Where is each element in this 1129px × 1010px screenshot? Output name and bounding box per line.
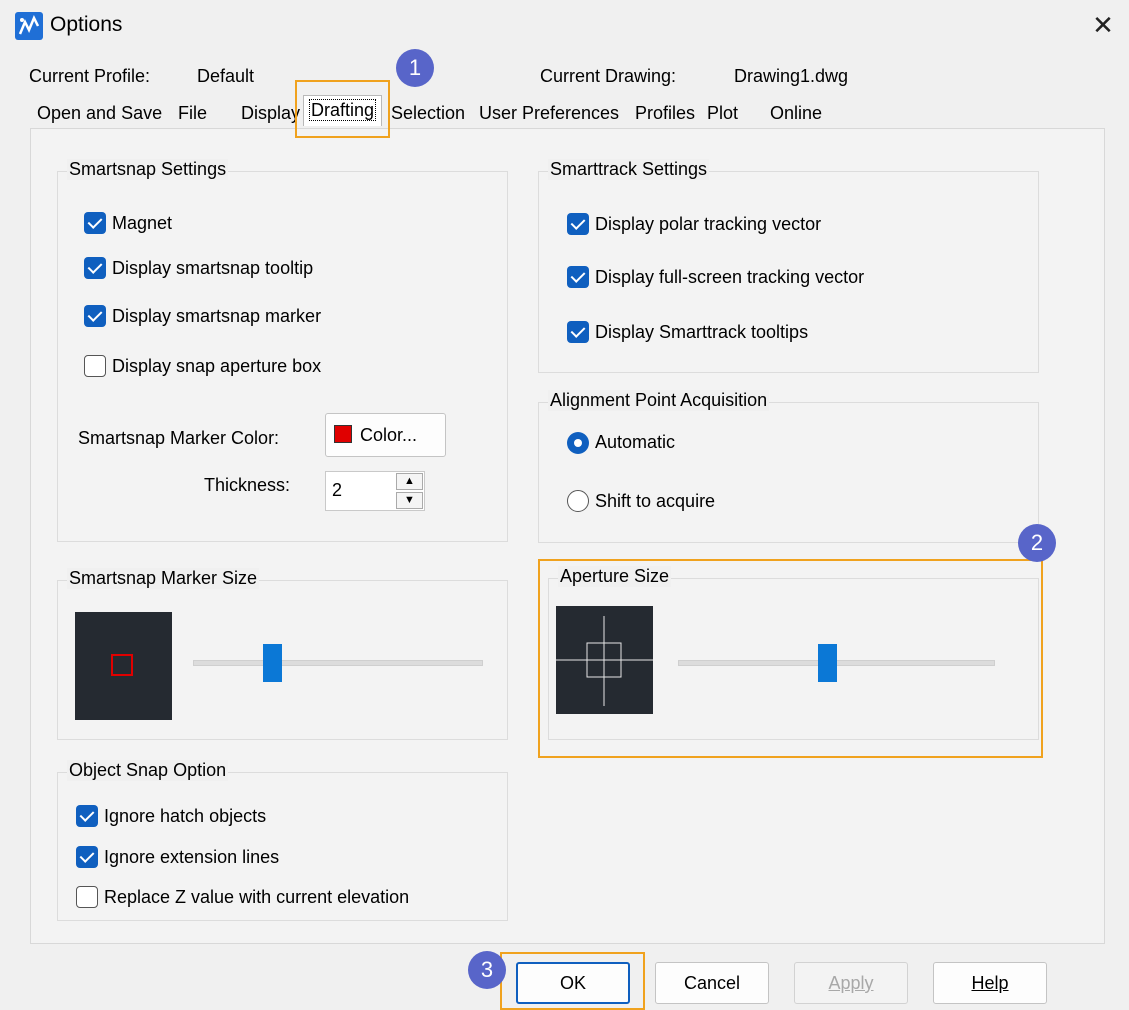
replace-z-checkbox[interactable]: [76, 886, 98, 908]
drafting-tab-highlight: [295, 80, 390, 138]
snap-aperture-box-checkbox[interactable]: [84, 355, 106, 377]
alignment-title: Alignment Point Acquisition: [548, 390, 770, 411]
current-drawing-label: Current Drawing:: [540, 66, 677, 86]
close-icon[interactable]: ✕: [1088, 10, 1118, 40]
title-bar: [0, 0, 1129, 52]
step-badge-3: 3: [468, 951, 506, 989]
smarttrack-settings-title: Smarttrack Settings: [548, 159, 710, 180]
apply-button[interactable]: Apply: [794, 962, 908, 1004]
current-drawing-value: Drawing1.dwg: [734, 66, 849, 86]
smartsnap-settings-title: Smartsnap Settings: [67, 159, 229, 180]
tab-online[interactable]: Online: [763, 98, 829, 127]
automatic-radio[interactable]: [567, 432, 589, 454]
ignore-hatch-label: Ignore hatch objects: [104, 806, 267, 826]
step-badge-2: 2: [1018, 524, 1056, 562]
marker-size-slider-thumb[interactable]: [263, 644, 283, 682]
apply-button-label: Apply: [828, 973, 874, 993]
marker-color-label: Smartsnap Marker Color:: [78, 428, 280, 448]
smarttrack-tooltips-label: Display Smarttrack tooltips: [595, 322, 809, 342]
window-title: Options: [50, 13, 123, 36]
color-swatch: [334, 425, 352, 443]
current-profile-value: Default: [197, 66, 255, 86]
smartsnap-marker-checkbox[interactable]: [84, 305, 106, 327]
help-button[interactable]: Help: [933, 962, 1047, 1004]
magnet-checkbox[interactable]: [84, 212, 106, 234]
ignore-extension-label: Ignore extension lines: [104, 847, 280, 867]
shift-to-acquire-radio[interactable]: [567, 490, 589, 512]
app-icon: [15, 12, 43, 40]
thickness-down-button[interactable]: ▼: [396, 492, 423, 509]
thickness-value: 2: [332, 480, 343, 500]
polar-tracking-label: Display polar tracking vector: [595, 214, 822, 234]
magnet-label: Magnet: [112, 213, 173, 233]
marker-size-title: Smartsnap Marker Size: [67, 568, 260, 589]
ignore-hatch-checkbox[interactable]: [76, 805, 98, 827]
smarttrack-tooltips-checkbox[interactable]: [567, 321, 589, 343]
polar-tracking-checkbox[interactable]: [567, 213, 589, 235]
automatic-label: Automatic: [595, 432, 676, 452]
marker-size-preview: [75, 612, 172, 720]
object-snap-title: Object Snap Option: [67, 760, 229, 781]
marker-square-icon: [111, 654, 133, 676]
tab-plot[interactable]: Plot: [700, 98, 745, 127]
thickness-label: Thickness:: [204, 475, 291, 495]
shift-to-acquire-label: Shift to acquire: [595, 491, 716, 511]
smartsnap-marker-label: Display smartsnap marker: [112, 306, 322, 326]
ignore-extension-checkbox[interactable]: [76, 846, 98, 868]
aperture-size-highlight: [538, 559, 1043, 758]
tab-file[interactable]: File: [171, 98, 214, 127]
tab-user-preferences[interactable]: User Preferences: [472, 98, 626, 127]
marker-size-slider-track[interactable]: [193, 660, 483, 666]
fullscreen-tracking-label: Display full-screen tracking vector: [595, 267, 865, 287]
color-button-label: Color...: [360, 425, 418, 445]
fullscreen-tracking-checkbox[interactable]: [567, 266, 589, 288]
tab-open-and-save[interactable]: Open and Save: [30, 98, 169, 127]
step-badge-1: 1: [396, 49, 434, 87]
smartsnap-tooltip-checkbox[interactable]: [84, 257, 106, 279]
alignment-group: Alignment Point Acquisition: [538, 390, 1039, 543]
tab-selection[interactable]: Selection: [384, 98, 472, 127]
help-button-label: Help: [971, 973, 1009, 993]
current-profile-label: Current Profile:: [29, 66, 151, 86]
smartsnap-tooltip-label: Display smartsnap tooltip: [112, 258, 314, 278]
tab-profiles[interactable]: Profiles: [628, 98, 702, 127]
color-button[interactable]: Color...: [325, 413, 446, 457]
replace-z-label: Replace Z value with current elevation: [104, 887, 410, 907]
thickness-stepper[interactable]: 2 ▲ ▼: [325, 471, 425, 511]
cancel-button[interactable]: Cancel: [655, 962, 769, 1004]
thickness-up-button[interactable]: ▲: [396, 473, 423, 490]
ok-button-highlight: [500, 952, 645, 1010]
snap-aperture-box-label: Display snap aperture box: [112, 356, 322, 376]
